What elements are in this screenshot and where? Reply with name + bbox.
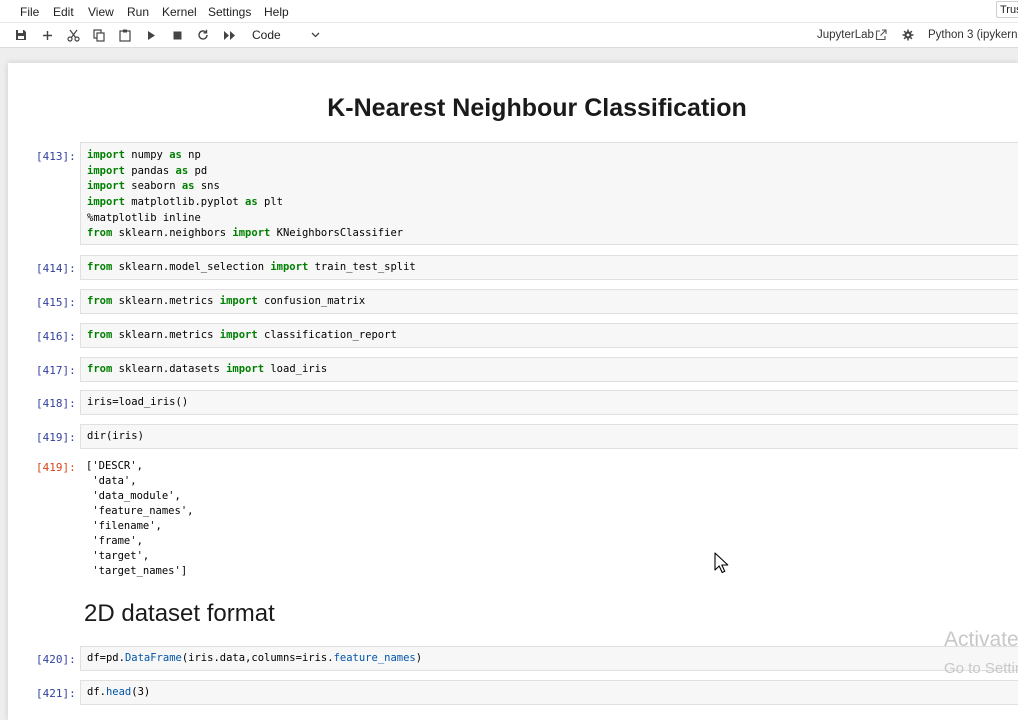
paste-icon[interactable] — [117, 27, 133, 43]
code-line: import numpy as np — [87, 149, 201, 161]
menu-file[interactable]: File — [20, 5, 39, 19]
code-line: import pandas as pd — [87, 165, 208, 177]
code-line: %matplotlib inline — [87, 212, 201, 224]
restart-icon[interactable] — [195, 27, 211, 43]
cell-prompt: [415]: — [36, 296, 76, 309]
activation-watermark: Activate Windows Go to Settings to activ… — [944, 628, 1018, 684]
output-line: 'filename', — [86, 520, 162, 532]
code-cell[interactable]: dir(iris) — [80, 424, 1018, 449]
mouse-cursor-icon — [714, 552, 730, 579]
cell-prompt: [418]: — [36, 397, 76, 410]
code-line: from sklearn.metrics import classificati… — [87, 329, 397, 341]
cell-prompt: [413]: — [36, 150, 76, 163]
code-line: from sklearn.datasets import load_iris — [87, 363, 328, 375]
cell-type-value: Code — [252, 28, 281, 42]
code-line: iris=load_iris() — [87, 396, 189, 408]
menu-edit[interactable]: Edit — [53, 5, 74, 19]
code-line: dir(iris) — [87, 430, 144, 442]
code-cell[interactable]: df.head(3) — [80, 680, 1018, 705]
code-line: import matplotlib.pyplot as plt — [87, 196, 283, 208]
code-line: df.head(3) — [87, 686, 151, 698]
code-line: from sklearn.model_selection import trai… — [87, 261, 416, 273]
code-cell[interactable]: from sklearn.metrics import classificati… — [80, 323, 1018, 348]
kernel-indicator[interactable]: Python 3 (ipykernel) — [928, 29, 1018, 41]
output-line: 'data', — [86, 475, 137, 487]
code-line: df=pd.DataFrame(iris.data,columns=iris.f… — [87, 652, 423, 664]
cell-prompt: [417]: — [36, 364, 76, 377]
code-cell[interactable]: import numpy as np import pandas as pd i… — [80, 142, 1018, 245]
run-icon[interactable] — [143, 27, 159, 43]
copy-icon[interactable] — [91, 27, 107, 43]
code-line: import seaborn as sns — [87, 180, 220, 192]
menu-kernel[interactable]: Kernel — [162, 5, 197, 19]
output-line: 'data_module', — [86, 490, 181, 502]
save-icon[interactable] — [13, 27, 29, 43]
output-line: 'target_names'] — [86, 565, 188, 577]
menu-settings[interactable]: Settings — [208, 5, 251, 19]
cell-prompt: [420]: — [36, 653, 76, 666]
menu-run[interactable]: Run — [127, 5, 149, 19]
notebook-title: K-Nearest Neighbour Classification — [327, 94, 747, 122]
external-link-icon[interactable] — [875, 28, 887, 46]
code-cell[interactable]: from sklearn.datasets import load_iris — [80, 357, 1018, 382]
plus-icon[interactable] — [39, 27, 55, 43]
cell-prompt: [421]: — [36, 687, 76, 700]
watermark-line: Activate Windows — [944, 628, 1018, 651]
cut-icon[interactable] — [65, 27, 81, 43]
menu-bar: File Edit View Run Kernel Settings Help … — [0, 0, 1018, 23]
watermark-line: Go to Settings to activate Windows. — [944, 660, 1018, 677]
code-line: from sklearn.neighbors import KNeighbors… — [87, 227, 404, 239]
output-line: 'feature_names', — [86, 505, 194, 517]
output-prompt: [419]: — [36, 461, 76, 474]
code-cell[interactable]: from sklearn.model_selection import trai… — [80, 255, 1018, 280]
fast-forward-icon[interactable] — [221, 27, 237, 43]
menu-help[interactable]: Help — [264, 5, 289, 19]
jupyterlab-link[interactable]: JupyterLab — [817, 29, 874, 41]
gear-icon[interactable] — [902, 28, 914, 46]
cell-prompt: [416]: — [36, 330, 76, 343]
code-cell[interactable]: iris=load_iris() — [80, 390, 1018, 415]
chevron-down-icon — [311, 26, 320, 49]
menu-view[interactable]: View — [88, 5, 114, 19]
output-line: 'target', — [86, 550, 150, 562]
code-cell[interactable]: from sklearn.metrics import confusion_ma… — [80, 289, 1018, 314]
notebook-toolbar: Code JupyterLab Python 3 (ipykernel) — [0, 23, 1018, 48]
stop-icon[interactable] — [169, 27, 185, 43]
cell-prompt: [414]: — [36, 262, 76, 275]
code-cell[interactable]: df=pd.DataFrame(iris.data,columns=iris.f… — [80, 646, 1018, 671]
output-line: ['DESCR', — [86, 460, 143, 472]
cell-type-dropdown[interactable]: Code — [246, 26, 326, 44]
trusted-indicator[interactable]: Trusted — [996, 1, 1018, 18]
section-heading: 2D dataset format — [84, 600, 275, 627]
code-line: from sklearn.metrics import confusion_ma… — [87, 295, 366, 307]
output-line: 'frame', — [86, 535, 143, 547]
cell-prompt: [419]: — [36, 431, 76, 444]
